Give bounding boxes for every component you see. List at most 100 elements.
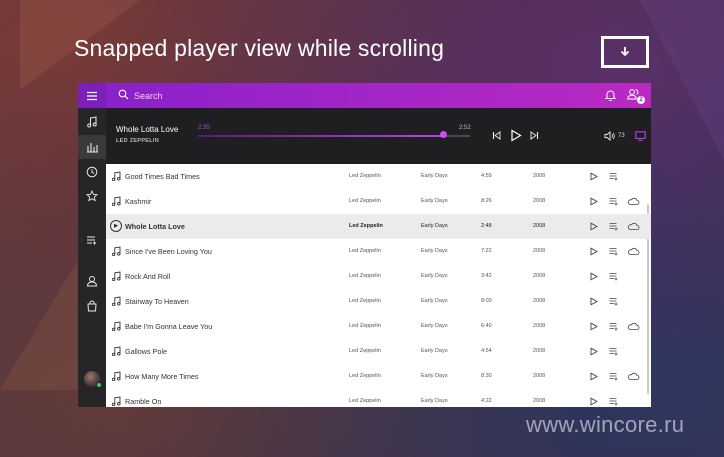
table-row[interactable]: How Many More Times Led Zeppelin Early Day… — [106, 364, 651, 389]
add-to-queue-icon[interactable] — [609, 172, 618, 181]
track-album: Early Days — [421, 173, 448, 179]
track-year: 2008 — [533, 373, 546, 379]
queue-icon — [87, 236, 96, 245]
track-title: Whole Lotta Love — [125, 222, 185, 231]
seek-handle[interactable] — [439, 131, 447, 138]
track-album: Early Days — [421, 248, 448, 254]
now-playing-bar: Whole Lotta Love LED ZEPPELIN 2:35 2:52 — [106, 108, 651, 164]
sidebar-item-recent[interactable] — [78, 160, 106, 184]
seek-bar[interactable] — [198, 135, 470, 137]
speaker-icon — [604, 130, 615, 141]
add-to-queue-icon[interactable] — [609, 397, 618, 406]
track-duration: 2:48 — [481, 223, 492, 229]
track-year: 2008 — [533, 198, 546, 204]
track-duration: 8:26 — [481, 198, 492, 204]
play-icon[interactable] — [589, 322, 598, 331]
track-artist: Led Zeppelin — [349, 248, 381, 254]
play-icon[interactable] — [589, 222, 598, 231]
add-to-queue-icon[interactable] — [609, 247, 618, 256]
sidebar-item-favorites[interactable] — [78, 184, 106, 208]
sidebar-item-store[interactable] — [78, 294, 106, 318]
track-list: Good Times Bad Times Led Zeppelin Early Da… — [106, 164, 651, 407]
music-note-icon — [111, 321, 121, 331]
track-year: 2008 — [533, 223, 546, 229]
music-note-icon — [111, 296, 121, 306]
cast-button[interactable] — [634, 130, 646, 141]
bell-icon[interactable] — [605, 89, 616, 101]
cloud-icon[interactable] — [627, 322, 640, 331]
track-duration: 4:54 — [481, 348, 492, 354]
add-to-queue-icon[interactable] — [609, 322, 618, 331]
music-note-icon — [111, 346, 121, 356]
play-icon[interactable] — [589, 197, 598, 206]
track-artist: Led Zeppelin — [349, 398, 381, 404]
seek-bar-progress — [198, 135, 443, 137]
play-icon[interactable] — [589, 397, 598, 406]
cloud-icon[interactable] — [627, 197, 640, 206]
download-arrow-icon — [620, 47, 630, 57]
sidebar-item-queue[interactable] — [78, 228, 106, 252]
table-row[interactable]: Gallows Pole Led Zeppelin Early Days 4:54 20… — [106, 339, 651, 364]
table-row[interactable]: Good Times Bad Times Led Zeppelin Early Da… — [106, 164, 651, 189]
play-icon[interactable] — [589, 247, 598, 256]
track-album: Early Days — [421, 348, 448, 354]
play-icon[interactable] — [589, 172, 598, 181]
cloud-icon[interactable] — [627, 247, 640, 256]
track-artist: Led Zeppelin — [349, 198, 381, 204]
track-artist: Led Zeppelin — [349, 223, 383, 229]
table-row[interactable]: Babe I'm Gonna Leave You Led Zeppelin Earl… — [106, 314, 651, 339]
menu-button[interactable] — [78, 83, 106, 108]
play-icon[interactable] — [589, 297, 598, 306]
track-album: Early Days — [421, 198, 448, 204]
track-artist: Led Zeppelin — [349, 373, 381, 379]
track-duration: 4:59 — [481, 173, 492, 179]
elapsed-time: 2:35 — [198, 125, 210, 131]
cloud-icon[interactable] — [627, 222, 640, 231]
search-icon — [118, 89, 129, 100]
track-year: 2008 — [533, 248, 546, 254]
play-icon[interactable] — [589, 372, 598, 381]
track-artist: Led Zeppelin — [349, 348, 381, 354]
sidebar-item-music[interactable] — [78, 110, 106, 134]
now-playing-artist: LED ZEPPELIN — [116, 138, 160, 144]
next-button[interactable] — [528, 129, 540, 141]
sidebar-item-profile[interactable] — [78, 269, 106, 293]
add-to-queue-icon[interactable] — [609, 197, 618, 206]
play-button[interactable] — [508, 127, 524, 143]
volume-button[interactable] — [603, 130, 615, 141]
previous-button[interactable] — [490, 129, 502, 141]
track-album: Early Days — [421, 223, 448, 229]
sidebar-item-equalizer[interactable] — [78, 135, 106, 159]
track-title: Since I've Been Loving You — [125, 247, 212, 256]
music-note-icon — [111, 246, 121, 256]
track-year: 2008 — [533, 173, 546, 179]
add-to-queue-icon[interactable] — [609, 297, 618, 306]
music-note-icon — [111, 171, 121, 181]
track-title: Stairway To Heaven — [125, 297, 189, 306]
user-icon — [86, 276, 98, 287]
table-row[interactable]: Rock And Roll Led Zeppelin Early Days 3:42 2… — [106, 264, 651, 289]
add-to-queue-icon[interactable] — [609, 372, 618, 381]
cloud-icon[interactable] — [627, 372, 640, 381]
add-to-queue-icon[interactable] — [609, 347, 618, 356]
table-row[interactable]: Ramble On Led Zeppelin Early Days 4:22 2008 — [106, 389, 651, 407]
skip-previous-icon — [492, 130, 500, 140]
add-to-queue-icon[interactable] — [609, 222, 618, 231]
bg-triangle — [640, 0, 724, 160]
track-title: Ramble On — [125, 397, 162, 406]
track-album: Early Days — [421, 323, 448, 329]
play-icon[interactable] — [589, 347, 598, 356]
add-to-queue-icon[interactable] — [609, 272, 618, 281]
music-note-icon — [111, 271, 121, 281]
track-title: Rock And Roll — [125, 272, 171, 281]
table-row[interactable]: Since I've Been Loving You Led Zeppelin Ea… — [106, 239, 651, 264]
track-duration: 7:22 — [481, 248, 492, 254]
play-icon[interactable] — [589, 272, 598, 281]
table-row[interactable]: Stairway To Heaven Led Zeppelin Early Days… — [106, 289, 651, 314]
now-playing-title: Whole Lotta Love — [116, 125, 179, 134]
track-artist: Led Zeppelin — [349, 298, 381, 304]
table-row[interactable]: ▶ Whole Lotta Love Led Zeppelin Early Days 2… — [106, 214, 651, 239]
search-input[interactable] — [134, 88, 434, 103]
download-button[interactable] — [601, 36, 649, 68]
table-row[interactable]: Kashmir Led Zeppelin Early Days 8:26 2008 — [106, 189, 651, 214]
